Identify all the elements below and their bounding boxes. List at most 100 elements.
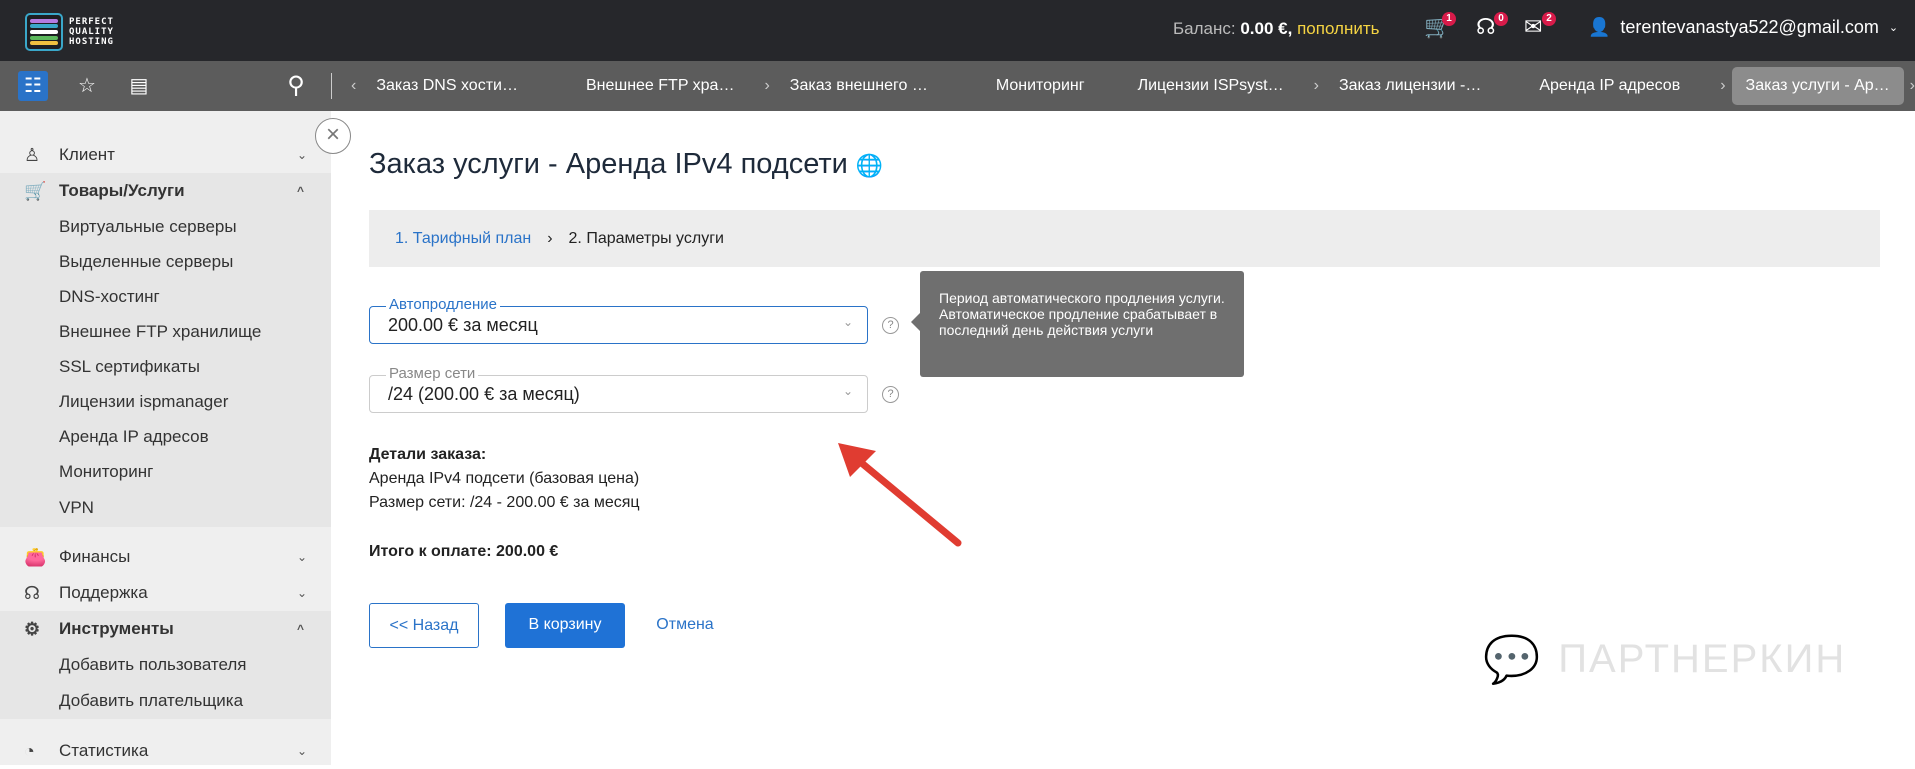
select-value: /24 (200.00 € за месяц)	[388, 384, 580, 404]
top-bar: PERFECT QUALITY HOSTING Баланс: 0.00 €, по…	[0, 0, 1915, 61]
pie-chart-icon: ◔	[24, 740, 35, 761]
clipboard-icon[interactable]: ▤	[124, 71, 154, 101]
sidebar-subitem[interactable]: Добавить плательщика	[0, 683, 331, 719]
tab[interactable]: Лицензии ISPsyst…	[1124, 77, 1298, 95]
sidebar-item-goods[interactable]: 🛒 Товары/Услуги ^	[0, 173, 331, 209]
cancel-link[interactable]: Отмена	[650, 603, 720, 648]
select-value: 200.00 € за месяц	[388, 315, 538, 335]
autorenew-select[interactable]: Автопродление 200.00 € за месяц ⌄	[369, 296, 868, 344]
sidebar-subitem[interactable]: Мониторинг	[0, 454, 331, 489]
sidebar-item-stats[interactable]: ◔ Статистика ⌄	[0, 733, 331, 769]
chevron-right-icon: ›	[547, 229, 553, 247]
help-icon[interactable]: ?	[882, 386, 899, 403]
globe-icon: 🌐	[855, 153, 884, 178]
title-text: Заказ услуги - Аренда IPv4 подсети	[369, 148, 848, 180]
back-button[interactable]: << Назад	[369, 603, 479, 648]
cart-badge: 1	[1442, 12, 1456, 26]
tab[interactable]: Заказ DNS хости…	[362, 77, 532, 95]
label: Поддержка	[59, 583, 148, 602]
sidebar-subitem[interactable]: Виртуальные серверы	[0, 209, 331, 244]
sidebar-item-tools[interactable]: ⚙ Инструменты ^	[0, 611, 331, 647]
sidebar-item-client[interactable]: ♙ Клиент ⌄	[0, 137, 331, 173]
chevron-right-icon: ›	[1313, 77, 1319, 94]
chevron-down-icon: ⌄	[297, 550, 308, 564]
gear-icon: ⚙	[24, 618, 41, 639]
chevron-right-icon: ›	[764, 77, 770, 94]
cart-icon: 🛒	[24, 180, 47, 201]
mail-icon[interactable]: ✉ 2	[1524, 12, 1556, 44]
tab[interactable]: Внешнее FTP хра…	[572, 77, 749, 95]
sidebar-subitem[interactable]: VPN	[0, 489, 331, 527]
tab[interactable]: Аренда IP адресов	[1525, 77, 1694, 95]
tab-bar: ☷ ☆ ▤ ⚲ ‹ Заказ DNS хости… Внешнее FTP х…	[0, 61, 1915, 111]
user-menu[interactable]: 👤 terentevanastya522@gmail.com ⌄	[1588, 17, 1898, 38]
label: Инструменты	[59, 619, 174, 638]
tab-active[interactable]: Заказ услуги - Ар…	[1731, 67, 1904, 105]
watermark-text: ПАРТНЕРКИН	[1558, 637, 1847, 681]
label: Товары/Услуги	[59, 181, 185, 200]
chat-bubble-icon: 💬	[1483, 633, 1543, 685]
headset-icon: ☊	[24, 582, 40, 603]
order-steps: 1. Тарифный план › 2. Параметры услуги	[369, 210, 1880, 267]
details-title: Детали заказа:	[369, 446, 487, 463]
add-to-cart-button[interactable]: В корзину	[505, 603, 625, 648]
sidebar-subitem[interactable]: DNS-хостинг	[0, 279, 331, 314]
user-icon: ♙	[24, 144, 41, 165]
chevron-down-icon: ⌄	[842, 384, 853, 398]
sidebar-subitem[interactable]: Выделенные серверы	[0, 244, 331, 279]
sidebar-subitem[interactable]: SSL сертификаты	[0, 349, 331, 384]
chevron-down-icon: ⌄	[842, 315, 853, 329]
sidebar-subitem[interactable]: Аренда IP адресов	[0, 419, 331, 454]
chevron-right-icon: ›	[1720, 77, 1726, 94]
star-icon[interactable]: ☆	[72, 71, 102, 101]
logo[interactable]: PERFECT QUALITY HOSTING	[25, 13, 114, 51]
details-line: Размер сети: /24 - 200.00 € за месяц	[369, 494, 640, 511]
details-line: Аренда IPv4 подсети (базовая цена)	[369, 470, 640, 487]
label: Финансы	[59, 547, 131, 566]
user-email: terentevanastya522@gmail.com	[1620, 17, 1879, 37]
help-icon[interactable]: ?	[882, 317, 899, 334]
field-label: Автопродление	[386, 296, 501, 313]
sidebar-item-support[interactable]: ☊ Поддержка ⌄	[0, 575, 331, 611]
tabs-next-icon[interactable]: ›	[1904, 77, 1915, 95]
label: Статистика	[59, 741, 149, 760]
balance-label: Баланс:	[1173, 19, 1236, 38]
watermark: 💬 ПАРТНЕРКИН	[1483, 632, 1846, 687]
tab[interactable]: Заказ внешнего …	[776, 77, 942, 95]
logo-text: PERFECT	[69, 17, 114, 27]
step-tariff-link[interactable]: 1. Тарифный план	[395, 230, 531, 248]
sidebar-subitem[interactable]: Лицензии ispmanager	[0, 384, 331, 419]
sidebar-subitem[interactable]: Добавить пользователя	[0, 647, 331, 683]
chevron-down-icon: ⌄	[297, 148, 308, 162]
step-params: 2. Параметры услуги	[568, 229, 724, 247]
balance: Баланс: 0.00 €, пополнить	[1173, 19, 1379, 39]
tooltip: Период автоматического продления услуги.…	[911, 271, 1244, 377]
support-icon[interactable]: ☊ 0	[1476, 12, 1508, 44]
logo-text: HOSTING	[69, 37, 114, 47]
logo-icon	[25, 13, 63, 51]
order-total: Итого к оплате: 200.00 €	[369, 543, 559, 560]
divider	[331, 73, 332, 99]
chevron-down-icon: ⌄	[297, 744, 308, 758]
close-sidebar-icon[interactable]: ×	[315, 118, 351, 154]
chevron-down-icon: ⌄	[297, 586, 308, 600]
logo-text: QUALITY	[69, 27, 114, 37]
menu-tree-icon[interactable]: ☷	[18, 71, 48, 101]
netsize-select[interactable]: Размер сети /24 (200.00 € за месяц) ⌄	[369, 365, 868, 413]
sidebar: ♙ Клиент ⌄ 🛒 Товары/Услуги ^ Виртуальные сер…	[0, 111, 331, 765]
tab[interactable]: Мониторинг	[982, 77, 1099, 95]
sidebar-item-finance[interactable]: 👛 Финансы ⌄	[0, 539, 331, 575]
sidebar-subitem[interactable]: Внешнее FTP хранилище	[0, 314, 331, 349]
search-icon[interactable]: ⚲	[281, 71, 311, 101]
user-icon: 👤	[1588, 17, 1611, 37]
chevron-up-icon: ^	[297, 184, 305, 198]
topup-link[interactable]: пополнить	[1297, 19, 1379, 38]
page-title: Заказ услуги - Аренда IPv4 подсети 🌐	[369, 148, 883, 181]
field-label: Размер сети	[386, 365, 479, 382]
tab[interactable]: Заказ лицензии -…	[1325, 77, 1495, 95]
annotation-arrow	[838, 443, 962, 547]
tabs-prev-icon[interactable]: ‹	[345, 77, 362, 95]
cart-icon[interactable]: 🛒 1	[1424, 12, 1456, 44]
wallet-icon: 👛	[24, 546, 47, 567]
mail-badge: 2	[1542, 12, 1556, 26]
